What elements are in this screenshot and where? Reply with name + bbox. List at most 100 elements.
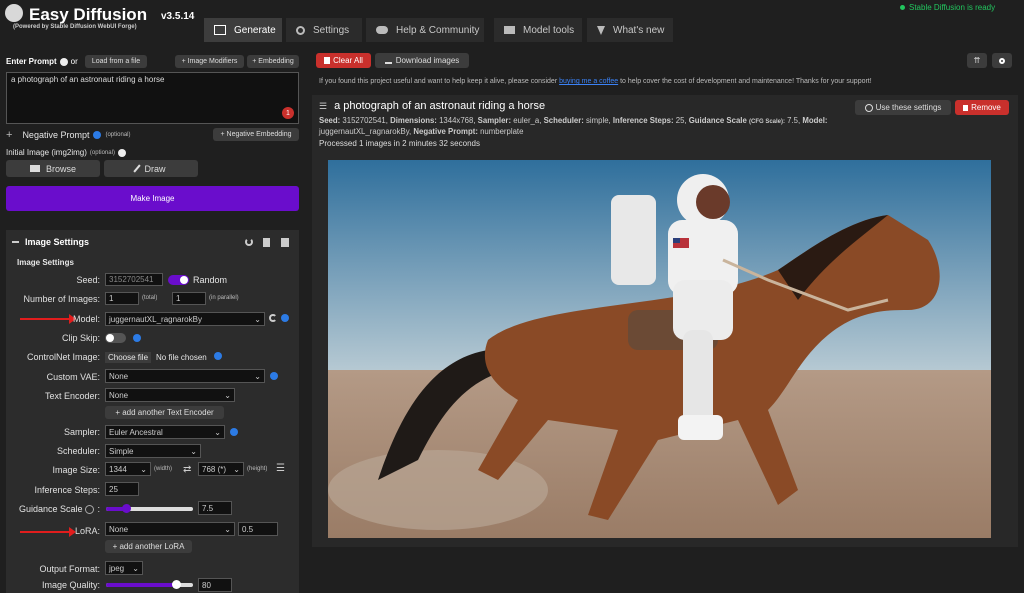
num-parallel-input[interactable]: 1 — [172, 292, 206, 305]
vae-value: None — [109, 371, 129, 381]
chevron-down-icon: ⌄ — [190, 446, 197, 456]
trash-icon — [963, 104, 969, 111]
guidance-label-text: Guidance Scale — [18, 504, 83, 514]
reset-icon[interactable] — [245, 238, 253, 246]
image-quality-input[interactable]: 80 — [198, 578, 232, 592]
or-text: or — [70, 57, 78, 66]
astronaut-horse-image — [328, 160, 991, 538]
help-icon[interactable] — [230, 428, 238, 436]
parallel-text: (in parallel) — [209, 295, 239, 301]
width-select[interactable]: 1344 ⌄ — [105, 462, 151, 476]
vae-select[interactable]: None ⌄ — [105, 369, 265, 383]
help-icon[interactable] — [133, 334, 141, 342]
help-icon — [59, 57, 68, 66]
browse-button[interactable]: Browse — [6, 160, 100, 177]
help-icon[interactable] — [270, 372, 278, 380]
tab-whats-new[interactable]: What's new — [587, 18, 673, 42]
scheduler-value: Simple — [109, 446, 134, 456]
controlnet-file-input[interactable]: Choose file No file chosen — [105, 350, 213, 364]
remove-button[interactable]: Remove — [955, 100, 1009, 115]
lora-weight-input[interactable]: 0.5 — [238, 522, 278, 536]
lora-select[interactable]: None ⌄ — [105, 522, 235, 536]
notice-pre: If you found this project useful and wan… — [319, 78, 560, 85]
prompt-text: a photograph of an astronaut riding a ho… — [11, 75, 165, 84]
image-size-label: Image Size: — [52, 465, 100, 475]
load-file-button[interactable]: Load from a file — [85, 55, 147, 68]
add-lora-button[interactable]: + add another LoRA — [105, 540, 192, 553]
tab-generate[interactable]: Generate — [204, 18, 282, 42]
copy-icon[interactable] — [281, 238, 289, 247]
image-quality-slider[interactable] — [106, 580, 193, 589]
refresh-icon[interactable] — [269, 314, 277, 322]
num-total-input[interactable]: 1 — [105, 292, 139, 305]
app-version: v3.5.14 — [161, 11, 195, 22]
prompt-label-text: Enter Prompt — [6, 57, 57, 66]
negative-prompt-toggle[interactable]: + Negative Prompt (optional) — [6, 129, 130, 141]
embedding-button[interactable]: + Embedding — [247, 55, 299, 68]
output-format-select[interactable]: jpeg ⌄ — [105, 561, 143, 575]
text-encoder-label: Text Encoder: — [44, 391, 100, 401]
download-label: Download images — [395, 56, 460, 65]
tab-help[interactable]: Help & Community — [366, 18, 484, 42]
toggle-knob — [106, 334, 114, 342]
help-icon — [93, 131, 102, 139]
random-toggle[interactable] — [168, 275, 189, 285]
seed-input[interactable]: 3152702541 — [105, 273, 163, 286]
model-label: Model: — [72, 314, 100, 324]
toolbox-icon — [504, 26, 515, 34]
model-select[interactable]: juggernautXL_ragnarokBy ⌄ — [105, 312, 265, 326]
draw-button[interactable]: Draw — [104, 160, 198, 177]
height-select[interactable]: 768 (*) ⌄ — [198, 462, 244, 476]
slider-knob[interactable] — [171, 580, 181, 589]
steps-input[interactable]: 25 — [105, 482, 139, 496]
coffee-link[interactable]: buying me a coffee — [559, 78, 618, 85]
clear-all-button[interactable]: Clear All — [316, 53, 371, 68]
text-encoder-select[interactable]: None ⌄ — [105, 388, 235, 402]
help-icon[interactable] — [214, 352, 222, 360]
comments-icon — [376, 26, 388, 34]
use-settings-button[interactable]: Use these settings — [855, 100, 951, 115]
negative-embedding-button[interactable]: + Negative Embedding — [213, 128, 299, 141]
status-dot-icon — [900, 5, 905, 10]
prompt-label: Enter Prompt or — [6, 57, 78, 66]
chevron-down-icon: ⌄ — [214, 427, 221, 437]
tab-model-tools[interactable]: Model tools — [494, 18, 582, 42]
scheduler-select[interactable]: Simple ⌄ — [105, 444, 201, 458]
help-icon — [117, 148, 126, 157]
chevron-down-icon: ⌄ — [132, 563, 139, 573]
plus-icon: + — [6, 129, 13, 141]
generated-image[interactable] — [328, 160, 991, 538]
minus-icon — [12, 241, 19, 243]
add-text-encoder-button[interactable]: + add another Text Encoder — [105, 406, 224, 419]
download-icon — [384, 57, 392, 64]
toggle-knob — [180, 276, 188, 284]
image-settings-header: Image Settings — [12, 237, 89, 247]
clip-skip-toggle[interactable] — [105, 333, 126, 343]
image-settings-title: Image Settings — [25, 237, 90, 247]
sampler-label: Sampler: — [63, 427, 100, 437]
guidance-input[interactable]: 7.5 — [198, 501, 232, 515]
slider-knob[interactable] — [122, 504, 131, 513]
guidance-slider[interactable] — [106, 504, 193, 513]
tab-label: Help & Community — [396, 24, 480, 36]
lora-label: LoRA: — [74, 526, 100, 536]
swap-icon[interactable]: ⇄ — [183, 464, 191, 475]
app-title: Easy Diffusion — [29, 5, 148, 24]
prompt-textarea[interactable]: a photograph of an astronaut riding a ho… — [6, 72, 299, 124]
search-button[interactable] — [992, 53, 1012, 68]
prompt-count-badge: 1 — [282, 107, 294, 119]
folder-icon — [29, 165, 40, 172]
help-icon[interactable] — [281, 314, 289, 322]
image-modifiers-button[interactable]: + Image Modifiers — [175, 55, 244, 68]
download-images-button[interactable]: Download images — [375, 53, 469, 68]
collapse-all-button[interactable]: ⇈ — [967, 53, 987, 68]
clipboard-icon[interactable] — [263, 238, 270, 247]
seed-label: Seed: — [76, 275, 100, 285]
sliders-icon[interactable]: ☰ — [276, 463, 285, 474]
tab-settings[interactable]: Settings — [286, 18, 362, 42]
tab-label: Generate — [234, 24, 276, 36]
sampler-select[interactable]: Euler Ancestral ⌄ — [105, 425, 225, 439]
make-image-button[interactable]: Make Image — [6, 186, 299, 211]
chevron-down-icon: ⌄ — [224, 390, 231, 400]
choose-file-button[interactable]: Choose file — [105, 351, 152, 363]
